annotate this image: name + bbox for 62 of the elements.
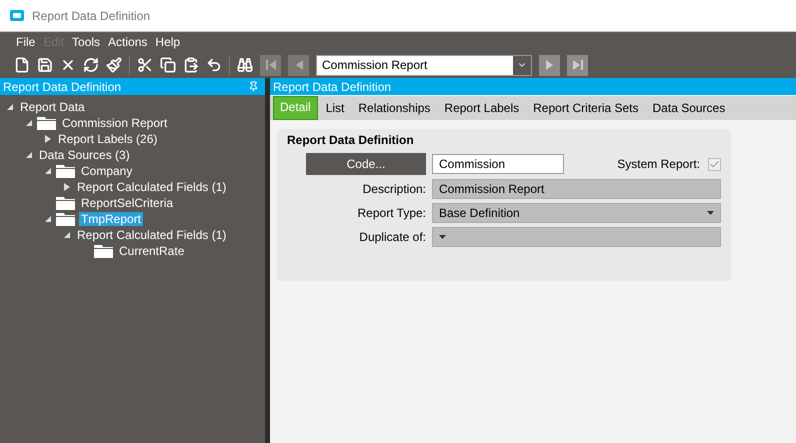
checkbox[interactable] — [708, 158, 721, 170]
refresh-icon[interactable] — [83, 57, 99, 73]
last-record-button[interactable] — [567, 54, 588, 76]
brush-icon[interactable] — [106, 57, 122, 73]
triangle-right-icon — [544, 59, 556, 71]
tree-item[interactable]: Report Labels (26) — [56, 132, 160, 146]
tree-item[interactable]: Commission Report — [60, 116, 170, 130]
expanded-triangle-icon[interactable] — [25, 119, 33, 127]
menu-item[interactable]: Actions — [108, 35, 148, 49]
tab[interactable]: Report Criteria Sets — [527, 98, 645, 120]
dropdown-field[interactable]: Base Definition — [432, 203, 721, 223]
expanded-triangle-icon[interactable] — [6, 103, 14, 111]
field-label: Report Type: — [356, 206, 426, 220]
previous-record-button[interactable] — [288, 54, 309, 76]
menu-item[interactable]: Help — [155, 35, 180, 49]
field-label: Description: — [362, 182, 426, 196]
undo-icon[interactable] — [206, 57, 222, 73]
tab[interactable]: Report Labels — [438, 98, 526, 120]
dropdown-field[interactable] — [432, 227, 721, 247]
tab[interactable]: List — [320, 98, 350, 120]
field-label: System Report: — [617, 157, 700, 171]
expanded-triangle-icon[interactable] — [44, 215, 52, 223]
dropdown-arrow-icon — [707, 211, 714, 215]
code-field[interactable]: Commission — [432, 154, 564, 174]
new-file-icon[interactable] — [14, 57, 30, 73]
app-icon — [10, 10, 24, 21]
text-field[interactable]: Commission Report — [432, 179, 721, 199]
panel-title: Report Data Definition — [3, 80, 122, 94]
tree-item[interactable]: ReportSelCriteria — [79, 196, 176, 210]
binoculars-icon[interactable] — [237, 57, 253, 73]
tab[interactable]: Relationships — [352, 98, 436, 120]
tree-item[interactable]: Report Data — [18, 100, 87, 114]
menu-item[interactable]: File — [16, 35, 36, 49]
group-title: Report Data Definition — [287, 133, 415, 147]
tree-item[interactable]: Report Calculated Fields (1) — [75, 180, 228, 194]
first-record-button[interactable] — [260, 54, 281, 76]
collapsed-triangle-icon[interactable] — [44, 134, 52, 144]
record-selector[interactable]: Commission Report — [316, 54, 532, 76]
dropdown-arrow-icon — [439, 235, 446, 239]
pin-icon[interactable] — [248, 81, 259, 92]
code-button[interactable]: Code... — [306, 153, 426, 175]
expanded-triangle-icon[interactable] — [63, 231, 71, 239]
skip-forward-icon — [572, 59, 584, 71]
expanded-triangle-icon[interactable] — [44, 167, 52, 175]
delete-icon[interactable] — [60, 57, 76, 73]
next-record-button[interactable] — [539, 54, 560, 76]
panel-title: Report Data Definition — [273, 80, 392, 94]
save-icon[interactable] — [37, 57, 53, 73]
copy-icon[interactable] — [160, 57, 176, 73]
field-label: Duplicate of: — [358, 230, 426, 244]
tree-item[interactable]: CurrentRate — [117, 244, 186, 258]
skip-back-icon — [264, 59, 276, 71]
collapsed-triangle-icon[interactable] — [63, 182, 71, 192]
cut-icon[interactable] — [137, 57, 153, 73]
window-title: Report Data Definition — [32, 8, 150, 22]
tree-item[interactable]: Report Calculated Fields (1) — [75, 228, 228, 242]
tab[interactable]: Data Sources — [646, 98, 732, 120]
menu-item[interactable]: Tools — [72, 35, 100, 49]
tree-item[interactable]: Data Sources (3) — [37, 148, 132, 162]
expanded-triangle-icon[interactable] — [25, 151, 33, 159]
paste-icon[interactable] — [183, 57, 199, 73]
tree-item[interactable]: Company — [79, 164, 134, 178]
